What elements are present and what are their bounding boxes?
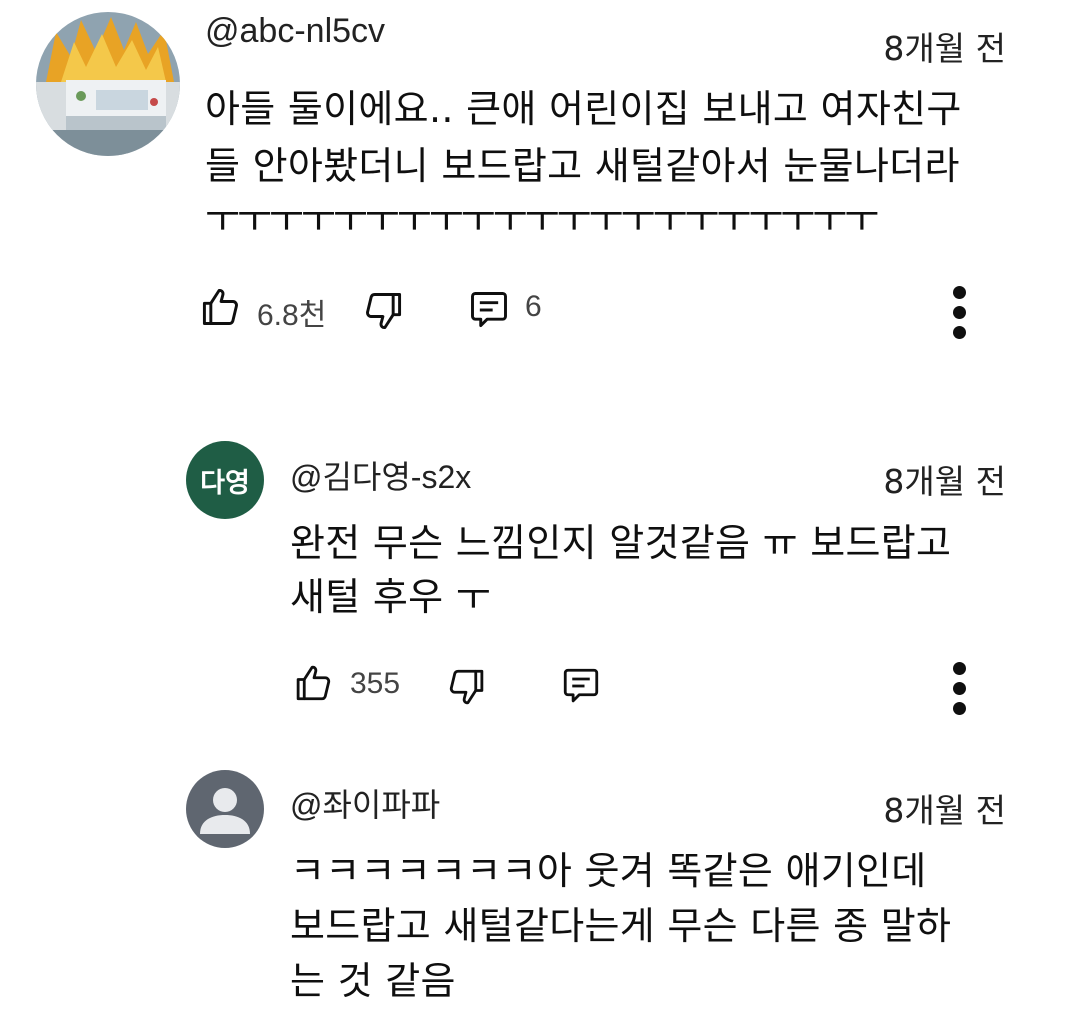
like-button[interactable] bbox=[292, 661, 334, 705]
comment-text-line: ㅋㅋㅋㅋㅋㅋㅋ아 웃겨 똑같은 애기인데 bbox=[290, 849, 927, 893]
comment-text-line: 보드랍고 새털같다는게 무슨 다른 종 말하 bbox=[290, 904, 952, 948]
comment-timestamp: 8개월 전 bbox=[883, 29, 1006, 68]
comment-timestamp: 8개월 전 bbox=[883, 791, 1006, 830]
reply-count: 6 bbox=[525, 290, 542, 323]
like-count: 6.8천 bbox=[257, 299, 327, 332]
comment-text-line: 완전 무슨 느낌인지 알것같음 ㅠ 보드랍고 bbox=[290, 521, 952, 565]
reply-comment-icon bbox=[471, 292, 507, 328]
like-count: 355 bbox=[350, 667, 401, 700]
reply-button[interactable] bbox=[466, 288, 512, 332]
comment-text-line: 새털 후우 ㅜ bbox=[290, 575, 492, 619]
thumbs-up-icon bbox=[296, 665, 331, 701]
avatar-initials: 다영 bbox=[200, 467, 250, 499]
comment-text-line: 는 것 같음 bbox=[290, 959, 456, 1003]
comment-text-line: 아들 둘이에요.. 큰애 어린이집 보내고 여자친구 bbox=[205, 87, 962, 131]
comment-text-line: ㅜㅜㅜㅜㅜㅜㅜㅜㅜㅜㅜㅜㅜㅜㅜㅜㅜㅜㅜㅜㅜ bbox=[205, 197, 879, 241]
default-user-icon bbox=[200, 788, 250, 834]
dislike-button[interactable] bbox=[446, 665, 488, 709]
dislike-button[interactable] bbox=[362, 288, 406, 334]
like-button[interactable] bbox=[198, 284, 242, 330]
more-vert-icon[interactable] bbox=[953, 286, 967, 346]
more-vert-icon[interactable] bbox=[953, 662, 967, 722]
comment-author[interactable]: @abc-nl5cv bbox=[205, 12, 385, 51]
thumbs-down-icon bbox=[366, 293, 402, 329]
avatar[interactable] bbox=[186, 770, 264, 848]
comment-author[interactable]: @김다영-s2x bbox=[290, 452, 471, 498]
comment-author[interactable]: @좌이파파 bbox=[290, 780, 440, 826]
thumbs-up-icon bbox=[202, 289, 238, 325]
avatar[interactable]: 다영 bbox=[186, 441, 264, 519]
avatar[interactable] bbox=[36, 12, 180, 156]
reply-comment-icon bbox=[563, 668, 599, 703]
avatar-image bbox=[36, 12, 180, 156]
reply-button[interactable] bbox=[559, 665, 603, 707]
comment-text-line: 들 안아봤더니 보드랍고 새털같아서 눈물나더라 bbox=[205, 144, 960, 188]
thumbs-down-icon bbox=[449, 669, 484, 705]
comment-timestamp: 8개월 전 bbox=[883, 462, 1006, 501]
